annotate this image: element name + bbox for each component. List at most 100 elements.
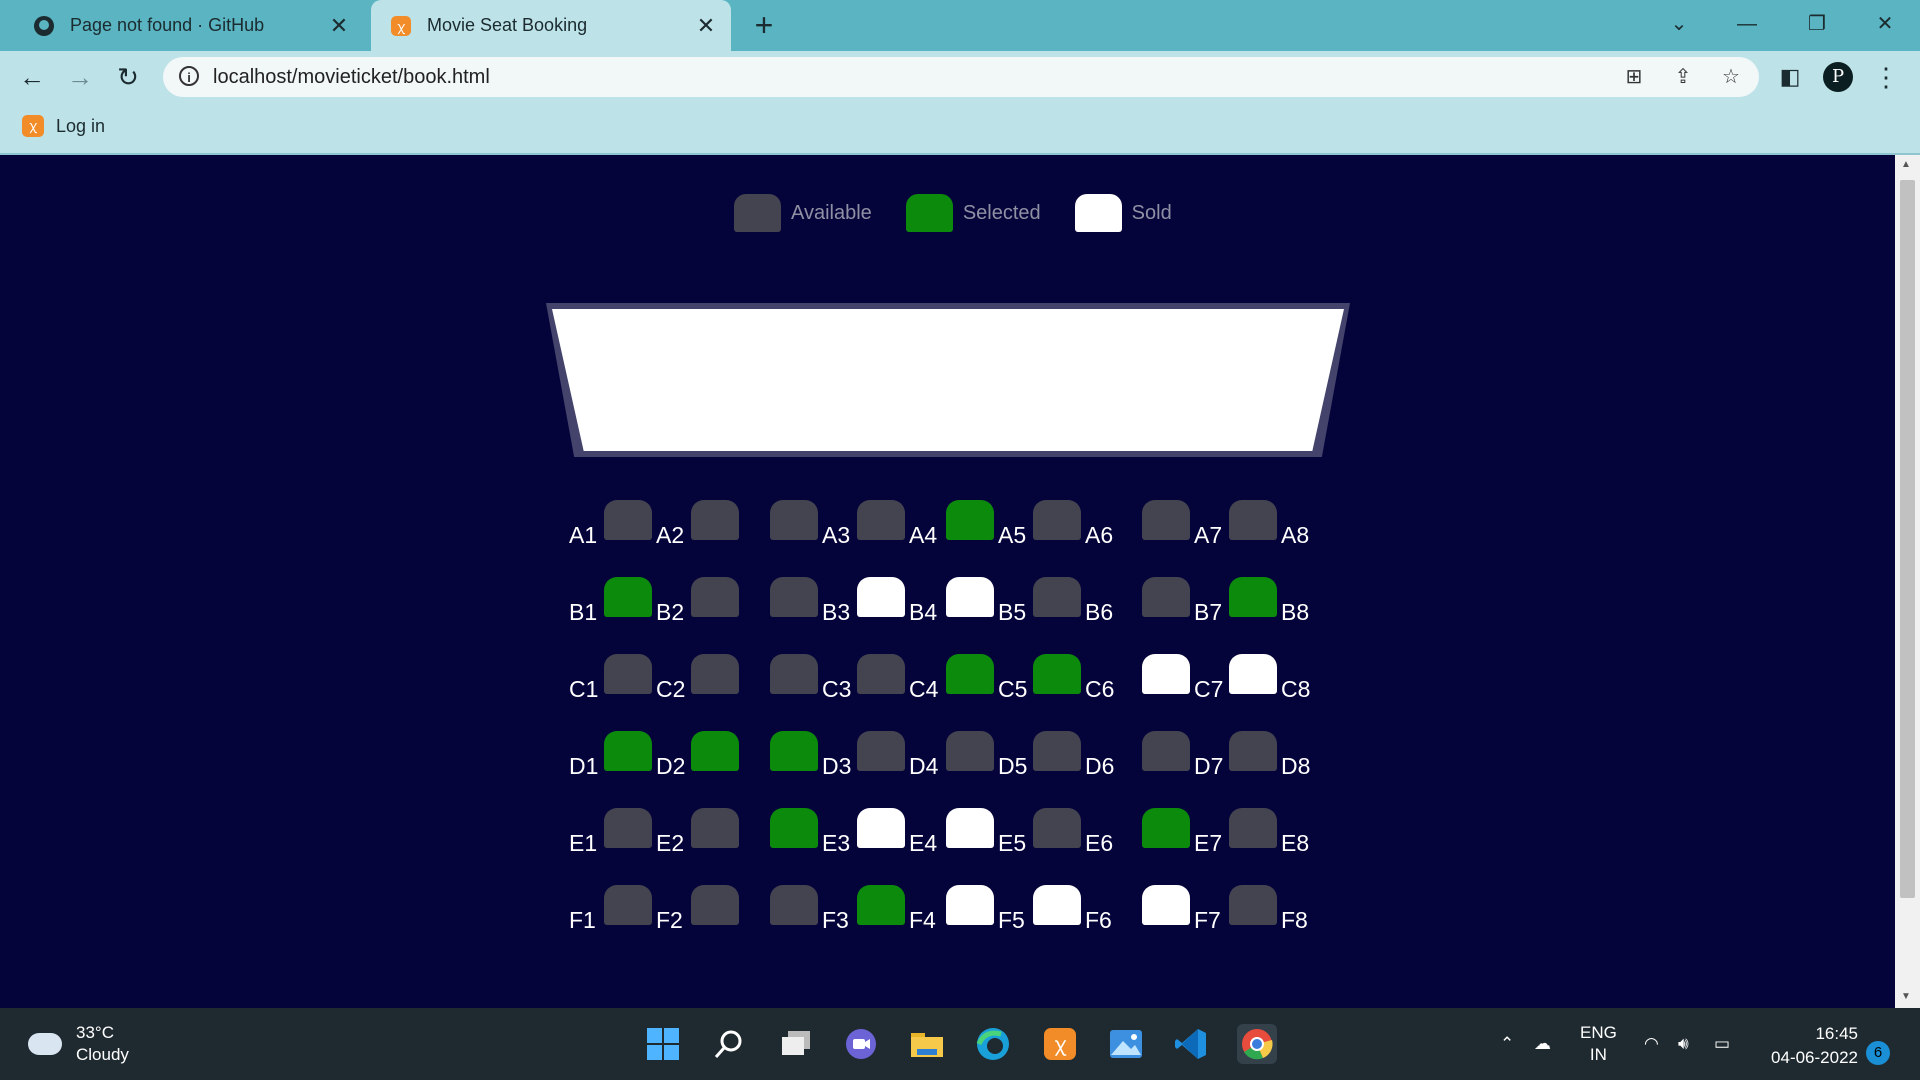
tab-label: Page not found · GitHub: [70, 15, 265, 35]
seat-b6[interactable]: [1033, 577, 1081, 617]
onedrive-icon[interactable]: ☁: [1534, 1008, 1551, 1080]
seat-d4[interactable]: [857, 731, 905, 771]
reload-icon[interactable]: ↻: [110, 59, 146, 95]
show-hidden-icons[interactable]: ⌃: [1500, 1008, 1514, 1080]
back-icon[interactable]: ←: [14, 59, 50, 95]
chrome-icon[interactable]: [1237, 1024, 1277, 1064]
new-tab-button[interactable]: +: [748, 8, 780, 42]
seat-b1[interactable]: [604, 577, 652, 617]
seat-a1[interactable]: [604, 500, 652, 540]
close-window-button[interactable]: ✕: [1862, 6, 1908, 42]
seat-f8[interactable]: [1229, 885, 1277, 925]
seat-c6[interactable]: [1033, 654, 1081, 694]
side-panel-icon[interactable]: ◧: [1772, 59, 1808, 95]
xampp-icon[interactable]: ꭓ: [1040, 1024, 1080, 1064]
vscode-icon[interactable]: [1171, 1024, 1211, 1064]
seat-c2[interactable]: [691, 654, 739, 694]
close-icon[interactable]: ✕: [324, 13, 354, 39]
seat-label-f1: F1: [569, 907, 596, 933]
tab-github[interactable]: Page not found · GitHub ✕: [14, 0, 364, 51]
notification-badge[interactable]: 6: [1866, 1041, 1890, 1065]
seat-b7[interactable]: [1142, 577, 1190, 617]
tab-search-icon[interactable]: ⌄: [1656, 6, 1702, 42]
seat-c5[interactable]: [946, 654, 994, 694]
seat-a6[interactable]: [1033, 500, 1081, 540]
tab-movie-seat-booking[interactable]: ꭓ Movie Seat Booking ✕: [371, 0, 731, 51]
seat-b2[interactable]: [691, 577, 739, 617]
seat-c8: [1229, 654, 1277, 694]
scroll-up-icon[interactable]: ▲: [1901, 159, 1911, 170]
weather-widget[interactable]: 33°C Cloudy: [28, 1022, 129, 1066]
seat-f3[interactable]: [770, 885, 818, 925]
seat-label-f6: F6: [1085, 907, 1112, 933]
seat-c1[interactable]: [604, 654, 652, 694]
seat-f4[interactable]: [857, 885, 905, 925]
language-indicator[interactable]: ENG IN: [1580, 1008, 1617, 1080]
scrollbar-thumb[interactable]: [1900, 180, 1915, 898]
seat-label-b7: B7: [1194, 599, 1223, 625]
volume-icon[interactable]: 🔊︎: [1678, 1008, 1689, 1080]
seat-d2[interactable]: [691, 731, 739, 771]
seat-a2[interactable]: [691, 500, 739, 540]
legend-sold: Sold: [1074, 194, 1172, 232]
task-view-icon[interactable]: [776, 1024, 816, 1064]
seat-a5[interactable]: [946, 500, 994, 540]
teams-chat-icon[interactable]: [841, 1024, 881, 1064]
date-text: 04-06-2022: [1771, 1048, 1858, 1067]
seat-a8[interactable]: [1229, 500, 1277, 540]
github-icon: [32, 14, 56, 38]
seat-d3[interactable]: [770, 731, 818, 771]
seat-b5: [946, 577, 994, 617]
seat-a7[interactable]: [1142, 500, 1190, 540]
minimize-button[interactable]: —: [1724, 6, 1770, 42]
bookmark-log-in[interactable]: ꭓ Log in: [22, 115, 105, 137]
navigation-bar: ← → ↻ i localhost/movieticket/book.html …: [0, 51, 1920, 103]
info-icon[interactable]: i: [179, 66, 199, 86]
seat-d8[interactable]: [1229, 731, 1277, 771]
seat-f5: [946, 885, 994, 925]
restore-button[interactable]: ❐: [1794, 6, 1840, 42]
menu-icon[interactable]: ⋮: [1868, 59, 1904, 95]
seat-d1[interactable]: [604, 731, 652, 771]
share-icon[interactable]: ⇪: [1670, 64, 1696, 90]
seat-d6[interactable]: [1033, 731, 1081, 771]
profile-avatar[interactable]: P: [1823, 62, 1853, 92]
photos-icon[interactable]: [1106, 1024, 1146, 1064]
edge-icon[interactable]: [973, 1024, 1013, 1064]
seat-b3[interactable]: [770, 577, 818, 617]
seat-e6[interactable]: [1033, 808, 1081, 848]
address-bar[interactable]: i localhost/movieticket/book.html ⊞ ⇪ ☆: [163, 57, 1759, 97]
seat-e7[interactable]: [1142, 808, 1190, 848]
seat-e8[interactable]: [1229, 808, 1277, 848]
seat-f1[interactable]: [604, 885, 652, 925]
clock[interactable]: 16:45 04-06-2022: [1752, 1022, 1858, 1070]
seat-f2[interactable]: [691, 885, 739, 925]
windows-start-icon[interactable]: [643, 1024, 683, 1064]
forward-icon[interactable]: →: [62, 59, 98, 95]
seat-b8[interactable]: [1229, 577, 1277, 617]
weather-desc: Cloudy: [76, 1045, 129, 1064]
seat-a3[interactable]: [770, 500, 818, 540]
seat-c4[interactable]: [857, 654, 905, 694]
tab-label: Movie Seat Booking: [427, 15, 588, 35]
battery-icon[interactable]: ▭: [1714, 1008, 1730, 1080]
seat-label-d3: D3: [822, 753, 852, 779]
seat-a4[interactable]: [857, 500, 905, 540]
file-explorer-icon[interactable]: [907, 1024, 947, 1064]
translate-icon[interactable]: ⊞: [1621, 64, 1647, 90]
xampp-icon: ꭓ: [389, 14, 413, 38]
scrollbar[interactable]: ▲ ▼: [1895, 155, 1920, 1008]
seat-e1[interactable]: [604, 808, 652, 848]
seat-e5: [946, 808, 994, 848]
seat-d5[interactable]: [946, 731, 994, 771]
seat-e2[interactable]: [691, 808, 739, 848]
bookmark-star-icon[interactable]: ☆: [1718, 64, 1744, 90]
scroll-down-icon[interactable]: ▼: [1901, 991, 1911, 1002]
seat-e3[interactable]: [770, 808, 818, 848]
search-icon[interactable]: [709, 1024, 749, 1064]
seat-c3[interactable]: [770, 654, 818, 694]
wifi-icon[interactable]: ◠: [1644, 1008, 1659, 1080]
seat-d7[interactable]: [1142, 731, 1190, 771]
seat-label-c1: C1: [569, 676, 599, 702]
close-icon[interactable]: ✕: [691, 13, 721, 39]
